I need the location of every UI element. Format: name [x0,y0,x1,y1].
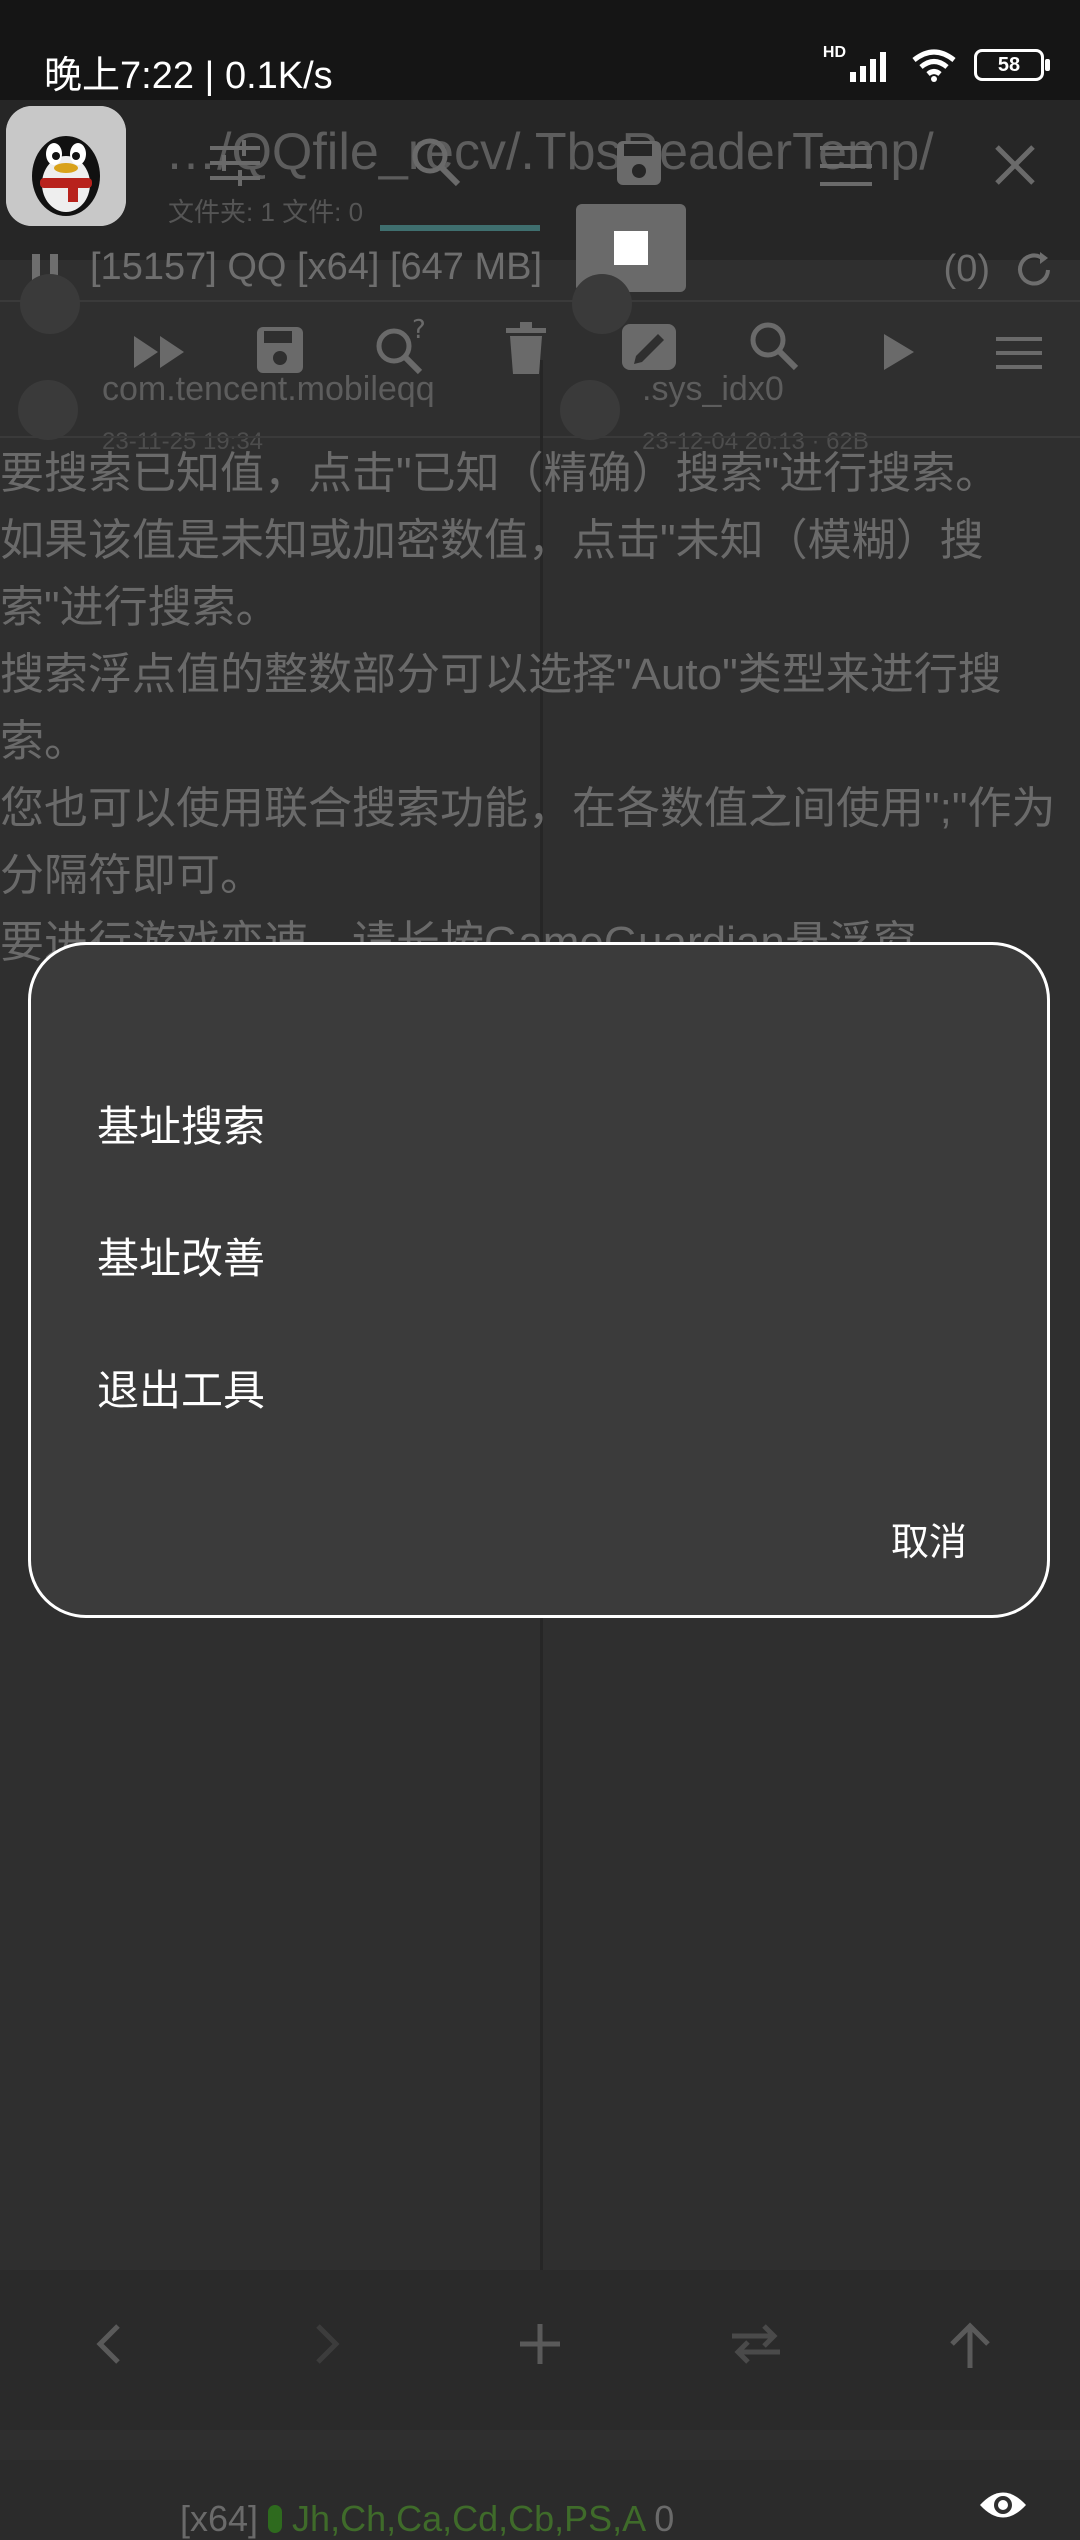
help-line: 您也可以使用联合搜索功能，在各数值之间使用";"作为分隔符即可。 [0,784,1056,900]
save-icon[interactable] [254,324,306,376]
unknown-search-icon[interactable]: ? [372,316,432,376]
dialog-item-base-search[interactable]: 基址搜索 [97,1093,265,1154]
wifi-icon [912,49,956,82]
qq-app-icon[interactable] [6,106,126,226]
dialog-item-base-improve[interactable]: 基址改善 [97,1225,265,1286]
battery-icon: 58 [974,49,1050,81]
svg-text:?: ? [412,316,426,345]
search-icon[interactable] [748,320,800,372]
status-time: 晚上7:22 | 0.1K/s [44,55,333,97]
app-topbar: …/QQfile_recv/.TbsReaderTemp/ 文件夹: 1 文件:… [0,100,1080,260]
hd-label: HD [822,44,846,61]
process-label: [15157] QQ [x64] [647 MB] [90,246,543,288]
forward-icon[interactable] [312,2322,342,2366]
filter-icon[interactable] [208,138,262,188]
help-line: 如果该值是未知或加密数值，点击"未知（模糊）搜索"进行搜索。 [0,516,984,632]
back-icon[interactable] [94,2322,124,2366]
add-icon[interactable] [518,2322,562,2366]
memory-regions[interactable]: Jh,Ch,Ca,Cd,Cb,PS,A [292,2498,644,2539]
list-icon[interactable] [818,144,874,188]
progress-indicator [380,225,540,231]
up-arrow-icon[interactable] [948,2322,992,2370]
arch-label: [x64] [180,2498,259,2539]
result-count: (0) [943,248,990,290]
signal-icon [850,52,886,82]
folder-icon [20,274,80,334]
folder-icon [18,380,78,440]
refresh-icon[interactable] [1014,250,1054,290]
bottom-status: [x64] Jh,Ch,Ca,Cd,Cb,PS,A 0 [180,2498,674,2540]
status-dot [268,2505,283,2533]
file-name[interactable]: com.tencent.mobileqq [102,370,435,409]
status-icons: HD 58 [823,44,1050,82]
region-count: 0 [654,2498,675,2539]
folder-count: 文件夹: 1 文件: 0 [168,197,364,227]
process-row[interactable]: [15157] QQ [x64] [647 MB] (0) [0,238,1080,298]
battery-level: 58 [997,53,1021,76]
help-text: 要搜索已知值，点击"已知（精确）搜索"进行搜索。 如果该值是未知或加密数值，点击… [0,440,1060,976]
edit-icon[interactable] [620,318,678,374]
fast-forward-icon[interactable] [132,332,186,372]
close-icon[interactable] [994,144,1036,186]
help-line: 搜索浮点值的整数部分可以选择"Auto"类型来进行搜索。 [0,650,1002,766]
menu-icon[interactable] [996,336,1042,370]
play-icon[interactable] [882,332,916,372]
file-name[interactable]: .sys_idx0 [642,370,784,409]
eye-icon[interactable] [978,2488,1028,2522]
dialog-item-exit-tool[interactable]: 退出工具 [97,1357,265,1418]
save-icon[interactable] [614,138,664,188]
divider [0,300,1080,302]
cancel-button[interactable]: 取消 [891,1511,967,1566]
swap-icon[interactable] [728,2322,784,2366]
file-icon [560,380,620,440]
status-bar: 晚上7:22 | 0.1K/s HD 58 [0,0,1080,100]
help-line: 要搜索已知值，点击"已知（精确）搜索"进行搜索。 [0,449,1000,498]
search-icon[interactable] [410,136,462,188]
options-dialog: 基址搜索 基址改善 退出工具 取消 [28,942,1050,1618]
